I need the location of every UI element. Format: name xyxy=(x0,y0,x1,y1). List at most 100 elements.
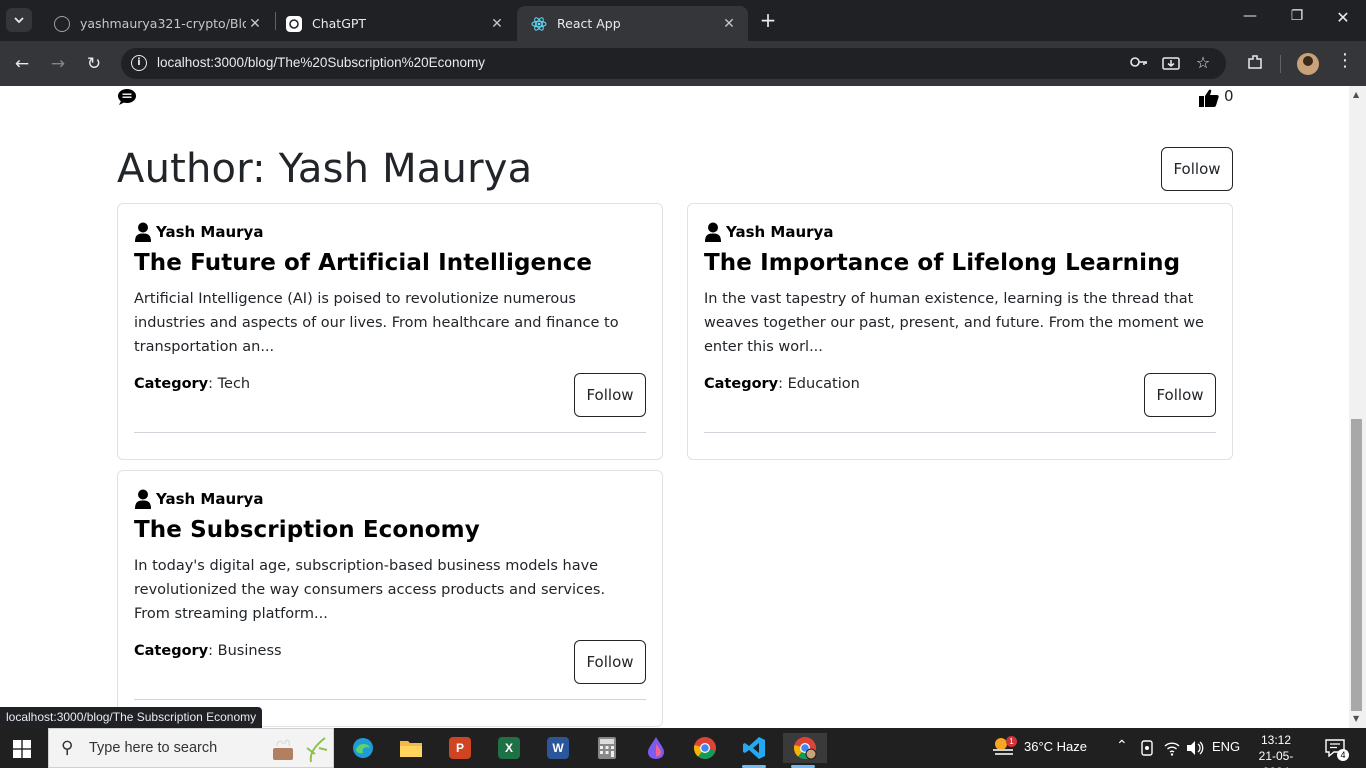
password-key-icon[interactable] xyxy=(1129,56,1149,72)
weather-text[interactable]: 36°C Haze xyxy=(1024,739,1087,754)
paint-drop-icon xyxy=(648,737,664,759)
new-tab-button[interactable]: + xyxy=(758,9,778,31)
extensions-icon[interactable] xyxy=(1244,53,1266,75)
user-icon xyxy=(135,489,151,509)
search-placeholder: Type here to search xyxy=(89,740,218,756)
forward-arrow-icon[interactable]: → xyxy=(46,52,70,76)
page-scrollbar[interactable]: ▲ ▼ xyxy=(1349,86,1366,728)
card-author: Yash Maurya xyxy=(134,222,263,242)
thumbs-up-icon[interactable] xyxy=(1199,89,1219,107)
close-icon[interactable]: ✕ xyxy=(246,16,264,32)
bookmark-star-icon[interactable]: ☆ xyxy=(1193,53,1213,72)
volume-icon[interactable] xyxy=(1186,740,1204,756)
back-arrow-icon[interactable]: ← xyxy=(10,52,34,76)
tab-github[interactable]: yashmaurya321-crypto/Blog-ap ✕ xyxy=(40,6,274,41)
chrome-profile-icon xyxy=(794,737,817,760)
toolbar-divider xyxy=(1280,55,1281,73)
windows-taskbar: ⚲ Type here to search P X W 1 36°C Haze … xyxy=(0,728,1366,768)
taskbar-powerpoint[interactable]: P xyxy=(440,733,480,763)
chevron-down-icon xyxy=(14,17,24,24)
wifi-icon[interactable] xyxy=(1163,740,1181,756)
follow-button[interactable]: Follow xyxy=(574,640,646,684)
blog-card[interactable]: Yash Maurya The Importance of Lifelong L… xyxy=(687,203,1233,460)
comment-icon[interactable] xyxy=(117,88,137,106)
card-author: Yash Maurya xyxy=(134,489,263,509)
taskbar-word[interactable]: W xyxy=(538,733,578,763)
follow-button[interactable]: Follow xyxy=(1144,373,1216,417)
blog-card[interactable]: Yash Maurya The Subscription Economy In … xyxy=(117,470,663,727)
card-author-name: Yash Maurya xyxy=(156,490,264,508)
search-highlight-illustration-icon xyxy=(273,737,328,763)
site-info-icon[interactable]: i xyxy=(131,55,147,71)
scroll-down-arrow-icon[interactable]: ▼ xyxy=(1353,714,1359,723)
taskbar-clock[interactable]: 13:12 21-05-2024 xyxy=(1246,732,1306,768)
category-label: Category xyxy=(134,643,209,659)
word-icon: W xyxy=(547,737,569,759)
taskbar-file-explorer[interactable] xyxy=(391,733,431,763)
calculator-icon xyxy=(598,737,616,759)
clock-date: 21-05-2024 xyxy=(1258,749,1294,768)
windows-start-icon[interactable] xyxy=(13,740,31,758)
taskbar-excel[interactable]: X xyxy=(489,733,529,763)
minimize-icon[interactable]: — xyxy=(1240,8,1260,24)
url-text[interactable]: localhost:3000/blog/The%20Subscription%2… xyxy=(157,55,485,70)
search-icon: ⚲ xyxy=(61,738,74,758)
weather-badge: 1 xyxy=(1006,736,1017,747)
blog-card[interactable]: Yash Maurya The Future of Artificial Int… xyxy=(117,203,663,460)
card-author-name: Yash Maurya xyxy=(156,223,264,241)
card-title[interactable]: The Subscription Economy xyxy=(134,517,480,543)
card-author: Yash Maurya xyxy=(704,222,833,242)
scroll-up-arrow-icon[interactable]: ▲ xyxy=(1353,90,1359,99)
window-close-icon[interactable]: ✕ xyxy=(1333,8,1353,27)
address-bar[interactable]: i localhost:3000/blog/The%20Subscription… xyxy=(121,48,1226,79)
card-category: Category: Tech xyxy=(134,376,250,392)
card-divider xyxy=(134,699,646,700)
taskbar-paint[interactable] xyxy=(636,733,676,763)
taskbar-search[interactable]: ⚲ Type here to search xyxy=(48,728,334,768)
reload-icon[interactable]: ↻ xyxy=(82,52,106,76)
scrollbar-thumb[interactable] xyxy=(1351,419,1362,711)
taskbar-calculator[interactable] xyxy=(587,733,627,763)
category-label: Category xyxy=(704,376,779,392)
menu-kebab-icon[interactable]: ⋮ xyxy=(1334,50,1356,71)
profile-avatar[interactable] xyxy=(1297,53,1319,75)
card-title[interactable]: The Future of Artificial Intelligence xyxy=(134,250,592,276)
github-icon xyxy=(54,15,70,32)
taskbar-vscode[interactable] xyxy=(734,733,774,768)
vscode-icon xyxy=(743,737,765,759)
taskbar-chrome-profile[interactable] xyxy=(783,733,827,768)
tab-title: React App xyxy=(557,16,621,31)
card-title[interactable]: The Importance of Lifelong Learning xyxy=(704,250,1180,276)
excel-icon: X xyxy=(498,737,520,759)
browser-tabstrip: yashmaurya321-crypto/Blog-ap ✕ ChatGPT ✕… xyxy=(0,0,1366,41)
chevron-up-icon[interactable]: ⌃ xyxy=(1116,737,1128,754)
install-app-icon[interactable] xyxy=(1161,56,1181,72)
category-value: : Education xyxy=(778,376,860,392)
card-author-name: Yash Maurya xyxy=(726,223,834,241)
folder-icon xyxy=(400,741,422,757)
follow-button[interactable]: Follow xyxy=(574,373,646,417)
page-content: 0 Author: Yash Maurya Follow Yash Maurya… xyxy=(0,86,1349,728)
card-excerpt: In today's digital age, subscription-bas… xyxy=(134,558,606,622)
react-icon xyxy=(531,16,547,32)
tab-search-button[interactable] xyxy=(6,8,32,32)
taskbar-chrome[interactable] xyxy=(685,733,725,763)
follow-author-button[interactable]: Follow xyxy=(1161,147,1233,191)
clock-time: 13:12 xyxy=(1260,733,1292,747)
browser-toolbar: ← → ↻ i localhost:3000/blog/The%20Subscr… xyxy=(0,41,1366,86)
category-value: : Business xyxy=(208,643,282,659)
taskbar-edge[interactable] xyxy=(343,733,383,763)
tab-react-app[interactable]: React App ✕ xyxy=(517,6,748,41)
close-icon[interactable]: ✕ xyxy=(488,16,506,32)
card-divider xyxy=(704,432,1216,433)
tab-title: yashmaurya321-crypto/Blog-ap xyxy=(80,16,246,31)
restore-icon[interactable]: ❐ xyxy=(1287,8,1307,24)
author-heading: Author: Yash Maurya xyxy=(117,146,533,192)
card-excerpt: In the vast tapestry of human existence,… xyxy=(704,291,1204,355)
close-icon[interactable]: ✕ xyxy=(720,16,738,32)
card-excerpt: Artificial Intelligence (AI) is poised t… xyxy=(134,291,619,355)
user-icon xyxy=(135,222,151,242)
language-indicator[interactable]: ENG xyxy=(1212,739,1240,754)
meet-now-icon[interactable] xyxy=(1140,740,1154,756)
tab-chatgpt[interactable]: ChatGPT ✕ xyxy=(272,6,516,41)
